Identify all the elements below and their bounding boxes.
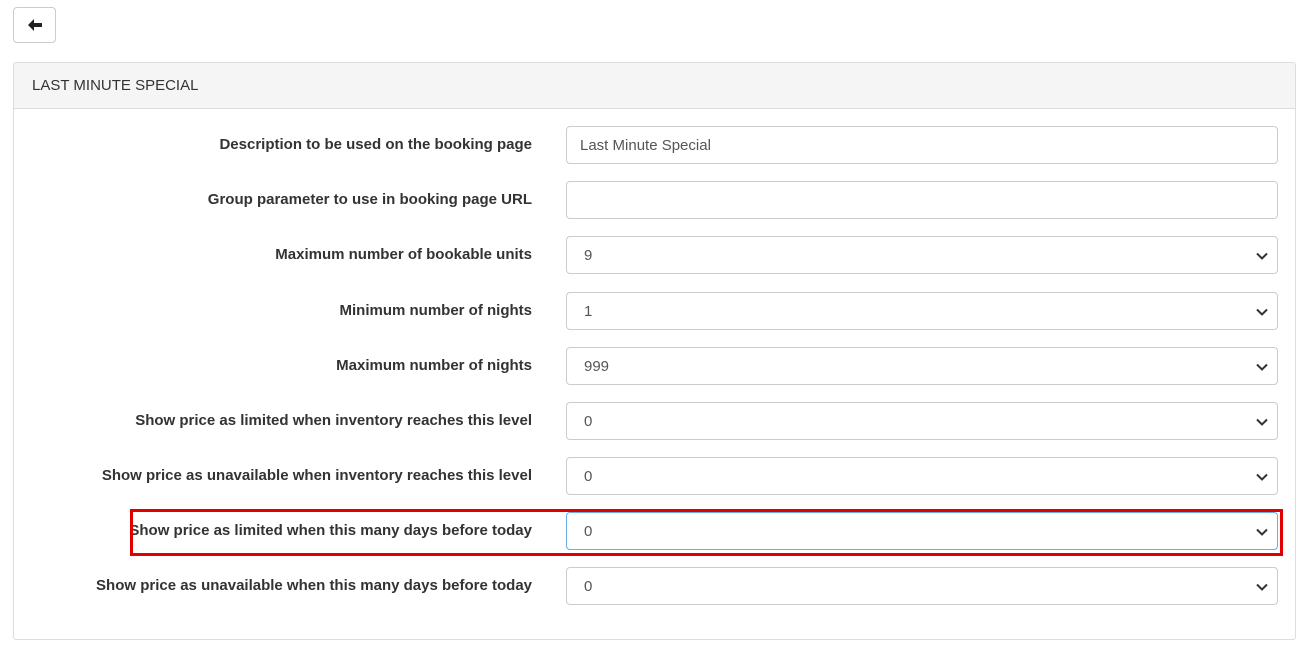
form-row-max-bookable-units: Maximum number of bookable units 9 <box>14 236 1295 274</box>
chevron-down-icon <box>1256 252 1268 260</box>
max-nights-label: Maximum number of nights <box>336 357 532 374</box>
last-minute-special-panel: LAST MINUTE SPECIAL Description to be us… <box>13 62 1296 640</box>
panel-heading: LAST MINUTE SPECIAL <box>14 63 1295 109</box>
max-nights-value: 999 <box>584 357 610 375</box>
description-input-value: Last Minute Special <box>580 136 711 154</box>
chevron-down-icon <box>1256 418 1268 426</box>
form-row-max-nights: Maximum number of nights 999 <box>14 347 1295 385</box>
unavailable-days-before-label: Show price as unavailable when this many… <box>96 577 532 594</box>
chevron-down-icon <box>1256 583 1268 591</box>
max-bookable-units-value: 9 <box>584 246 593 264</box>
unavailable-inventory-level-select[interactable]: 0 <box>566 457 1278 495</box>
unavailable-inventory-level-label: Show price as unavailable when inventory… <box>101 467 532 484</box>
min-nights-label: Minimum number of nights <box>339 302 533 319</box>
limited-days-before-value: 0 <box>584 522 593 540</box>
form-row-group-parameter: Group parameter to use in booking page U… <box>14 181 1295 219</box>
form-row-unavailable-days-before: Show price as unavailable when this many… <box>14 567 1295 605</box>
form-row-description: Description to be used on the booking pa… <box>14 126 1295 164</box>
description-input[interactable]: Last Minute Special <box>566 126 1278 164</box>
max-bookable-units-select[interactable]: 9 <box>566 236 1278 274</box>
chevron-down-icon <box>1256 308 1268 316</box>
unavailable-days-before-select[interactable]: 0 <box>566 567 1278 605</box>
form-row-unavailable-inventory-level: Show price as unavailable when inventory… <box>14 457 1295 495</box>
limited-days-before-label: Show price as limited when this many day… <box>129 522 532 539</box>
unavailable-days-before-value: 0 <box>584 577 593 595</box>
min-nights-select[interactable]: 1 <box>566 292 1278 330</box>
limited-inventory-level-label: Show price as limited when inventory rea… <box>135 412 532 429</box>
panel-title: LAST MINUTE SPECIAL <box>32 77 199 94</box>
limited-inventory-level-select[interactable]: 0 <box>566 402 1278 440</box>
group-parameter-input[interactable] <box>566 181 1278 219</box>
max-bookable-units-label: Maximum number of bookable units <box>275 246 532 263</box>
form-row-min-nights: Minimum number of nights 1 <box>14 292 1295 330</box>
limited-inventory-level-value: 0 <box>584 412 593 430</box>
min-nights-value: 1 <box>584 302 593 320</box>
limited-days-before-select[interactable]: 0 <box>566 512 1278 550</box>
form-row-limited-days-before: Show price as limited when this many day… <box>14 512 1295 550</box>
form-row-limited-inventory-level: Show price as limited when inventory rea… <box>14 402 1295 440</box>
unavailable-inventory-level-value: 0 <box>584 467 593 485</box>
back-button[interactable] <box>13 7 56 43</box>
max-nights-select[interactable]: 999 <box>566 347 1278 385</box>
group-parameter-label: Group parameter to use in booking page U… <box>207 191 532 208</box>
chevron-down-icon <box>1256 528 1268 536</box>
chevron-down-icon <box>1256 363 1268 371</box>
chevron-down-icon <box>1256 473 1268 481</box>
arrow-left-icon <box>27 19 42 31</box>
description-label: Description to be used on the booking pa… <box>219 136 532 153</box>
